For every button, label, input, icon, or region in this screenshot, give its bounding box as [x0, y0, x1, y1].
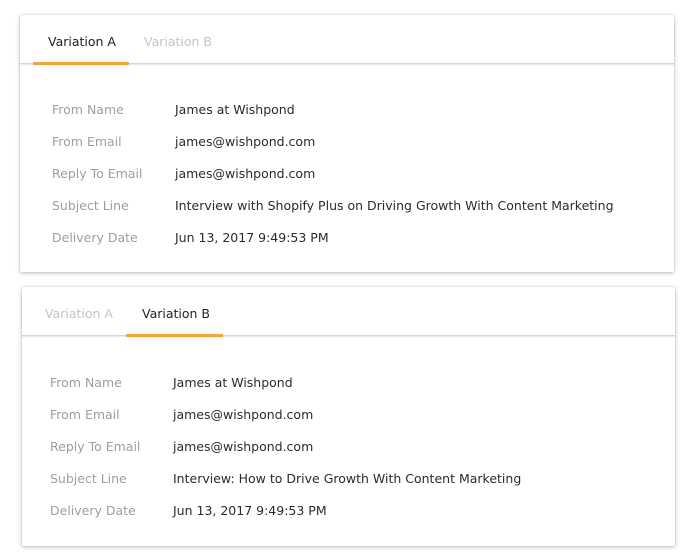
field-label-reply-to-email: Reply To Email — [50, 439, 141, 454]
field-value-reply-to-email: james@wishpond.com — [173, 439, 314, 454]
active-tab-indicator — [126, 334, 223, 337]
field-value-from-email: james@wishpond.com — [173, 407, 314, 422]
variation-b-panel: Variation A Variation B From Name James … — [22, 287, 675, 546]
tab-variation-b[interactable]: Variation B — [144, 15, 212, 63]
field-label-subject-line: Subject Line — [52, 198, 129, 213]
tab-variation-a[interactable]: Variation A — [48, 15, 116, 63]
tab-bar: Variation A Variation B — [22, 287, 675, 337]
field-label-subject-line: Subject Line — [50, 471, 127, 486]
variation-a-panel: Variation A Variation B From Name James … — [20, 15, 674, 272]
field-value-subject-line: Interview: How to Drive Growth With Cont… — [173, 471, 522, 486]
field-label-from-name: From Name — [52, 102, 124, 117]
tab-variation-a[interactable]: Variation A — [45, 287, 113, 335]
field-value-from-email: james@wishpond.com — [175, 134, 316, 149]
field-label-from-email: From Email — [52, 134, 122, 149]
field-value-subject-line: Interview with Shopify Plus on Driving G… — [175, 198, 614, 213]
field-label-from-name: From Name — [50, 375, 122, 390]
active-tab-indicator — [33, 62, 129, 65]
field-value-delivery-date: Jun 13, 2017 9:49:53 PM — [175, 230, 329, 245]
field-value-delivery-date: Jun 13, 2017 9:49:53 PM — [173, 503, 327, 518]
field-value-from-name: James at Wishpond — [173, 375, 293, 390]
field-value-from-name: James at Wishpond — [175, 102, 295, 117]
field-label-delivery-date: Delivery Date — [52, 230, 138, 245]
field-label-reply-to-email: Reply To Email — [52, 166, 143, 181]
field-label-delivery-date: Delivery Date — [50, 503, 136, 518]
tab-variation-b[interactable]: Variation B — [142, 287, 210, 335]
field-label-from-email: From Email — [50, 407, 120, 422]
tab-bar: Variation A Variation B — [20, 15, 674, 65]
field-value-reply-to-email: james@wishpond.com — [175, 166, 316, 181]
